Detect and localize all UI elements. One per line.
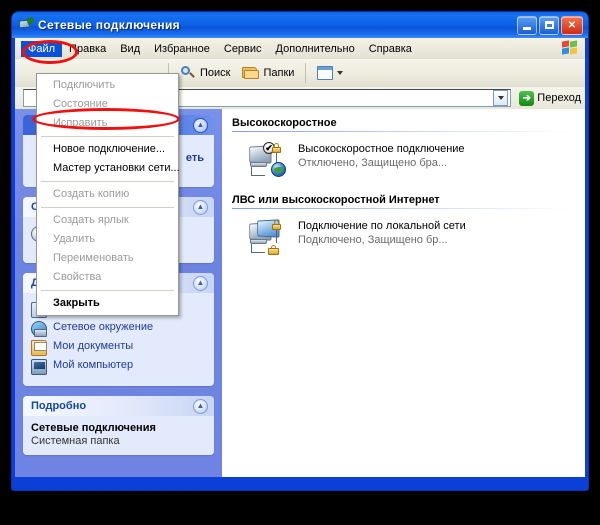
- my-documents-icon: [31, 340, 47, 356]
- menu-advanced[interactable]: Дополнительно: [269, 41, 362, 57]
- connection-name: Высокоскоростное подключение: [298, 143, 465, 155]
- window-controls: ✕: [517, 15, 585, 35]
- windows-flag-logo: [562, 40, 579, 56]
- menu-item-repair: Исправить: [53, 117, 108, 129]
- green-arrow-icon: ➔: [519, 90, 535, 106]
- group-heading-lan: ЛВС или высокоскоростной Интернет: [232, 194, 440, 206]
- network-neighborhood-icon: [31, 321, 47, 337]
- panel-title-details: Подробно: [31, 400, 87, 412]
- chevron-up-icon[interactable]: ▲: [193, 117, 208, 133]
- sidebar-item-label: Мой компьютер: [53, 359, 134, 371]
- folders-button[interactable]: Папки: [236, 64, 300, 82]
- menu-file[interactable]: Файл: [21, 40, 63, 57]
- folder-icon: [242, 66, 260, 80]
- chevron-up-icon[interactable]: ▲: [193, 199, 208, 215]
- menu-item-rename: Переименовать: [53, 252, 134, 264]
- lock-icon: [272, 143, 281, 153]
- panel-body-details: Сетевые подключения Системная папка: [23, 416, 214, 455]
- menu-view[interactable]: Вид: [113, 41, 147, 57]
- network-connections-icon: [18, 16, 35, 33]
- plug-lock-icon: [268, 245, 279, 255]
- menu-item-network-setup-wizard[interactable]: Мастер установки сети...: [37, 159, 180, 178]
- window-title: Сетевые подключения: [38, 18, 180, 32]
- menu-separator: [41, 290, 174, 291]
- menu-separator: [41, 181, 174, 182]
- connection-name: Подключение по локальной сети: [298, 220, 466, 232]
- menu-separator: [41, 136, 174, 137]
- sidebar-item-my-computer[interactable]: Мой компьютер: [31, 359, 206, 375]
- chevron-down-icon: [497, 96, 504, 100]
- address-dropdown-button[interactable]: [493, 90, 509, 106]
- menu-item-close[interactable]: Закрыть: [37, 294, 178, 313]
- sidebar-item-label: Сетевое окружение: [53, 321, 154, 333]
- sidebar-item-network-task-partial[interactable]: еть: [186, 152, 204, 164]
- lock-icon: [272, 220, 281, 230]
- sidebar-item-my-documents[interactable]: Мои документы: [31, 340, 206, 356]
- chevron-up-icon[interactable]: ▲: [193, 398, 208, 414]
- connection-status: Подключено, Защищено бр...: [298, 234, 448, 246]
- menu-help[interactable]: Справка: [362, 41, 419, 57]
- menu-edit[interactable]: Правка: [62, 41, 113, 57]
- menu-item-properties: Свойства: [53, 271, 102, 283]
- sidebar-panel-details: Подробно ▲ Сетевые подключения Системная…: [23, 396, 214, 455]
- file-dropdown-menu: Подключить Состояние Исправить Новое под…: [36, 73, 180, 316]
- my-computer-icon: [31, 359, 47, 375]
- magnifier-icon: [180, 65, 196, 81]
- views-button[interactable]: [311, 64, 349, 82]
- menu-bar: Файл Правка Вид Избранное Сервис Дополни…: [12, 38, 588, 59]
- connections-list: Высокоскоростное ✔ Высокоскоростное подк…: [222, 109, 585, 477]
- sidebar-item-network-neighborhood[interactable]: Сетевое окружение: [31, 321, 206, 337]
- menu-tools[interactable]: Сервис: [217, 41, 269, 57]
- group-rule: [232, 131, 573, 132]
- lan-connection-icon: [246, 219, 290, 257]
- close-button[interactable]: ✕: [561, 15, 583, 35]
- menu-item-create-copy: Создать копию: [53, 188, 130, 200]
- panel-header-details: Подробно ▲: [23, 396, 214, 416]
- chevron-down-icon: [337, 71, 344, 75]
- search-button[interactable]: Поиск: [174, 63, 236, 83]
- title-bar: Сетевые подключения ✕: [12, 12, 588, 38]
- folders-button-label: Папки: [263, 67, 295, 79]
- menu-item-delete: Удалить: [53, 233, 95, 245]
- broadband-connection-icon: ✔: [246, 142, 290, 180]
- chevron-up-icon[interactable]: ▲: [193, 275, 208, 291]
- sidebar-item-label: Мои документы: [53, 340, 134, 352]
- views-grid-icon: [317, 66, 334, 80]
- group-heading-broadband: Высокоскоростное: [232, 117, 337, 129]
- menu-item-new-connection[interactable]: Новое подключение...: [37, 140, 178, 159]
- menu-item-status: Состояние: [53, 98, 108, 110]
- toolbar-separator-2: [305, 63, 307, 83]
- network-connections-window: Сетевые подключения ✕ Файл Правка Вид Из…: [12, 12, 588, 490]
- connection-status: Отключено, Защищено бра...: [298, 157, 448, 169]
- connection-item-lan[interactable]: Подключение по локальной сети Подключено…: [246, 219, 585, 257]
- menu-separator: [41, 207, 174, 208]
- maximize-button[interactable]: [539, 15, 559, 35]
- connection-item-broadband[interactable]: ✔ Высокоскоростное подключение Отключено…: [246, 142, 585, 180]
- globe-icon: [271, 162, 286, 177]
- details-subtitle: Системная папка: [31, 435, 120, 447]
- go-button-label: Переход: [537, 92, 581, 104]
- menu-item-connect: Подключить: [53, 79, 116, 91]
- go-button[interactable]: ➔ Переход: [515, 90, 581, 106]
- search-button-label: Поиск: [200, 67, 231, 79]
- menu-item-create-shortcut: Создать ярлык: [53, 214, 129, 226]
- details-title: Сетевые подключения: [31, 422, 156, 434]
- minimize-button[interactable]: [517, 15, 537, 35]
- group-rule: [232, 208, 573, 209]
- menu-favorites[interactable]: Избранное: [147, 41, 217, 57]
